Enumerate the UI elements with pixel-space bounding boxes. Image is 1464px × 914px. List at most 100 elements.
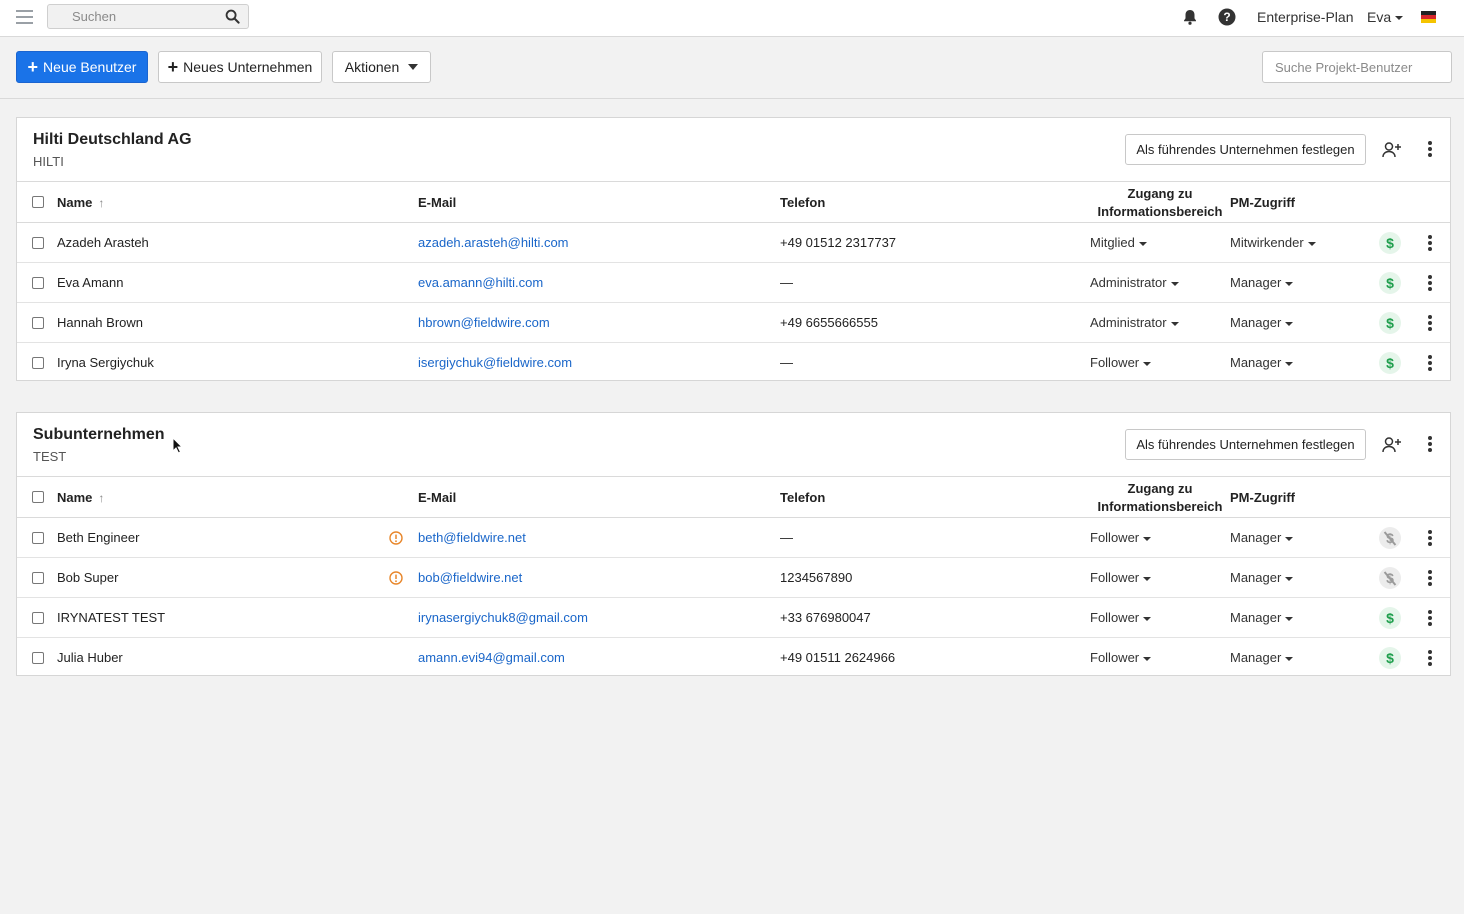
user-email-link[interactable]: bob@fieldwire.net [418,570,522,585]
project-user-search-input[interactable] [1263,52,1451,82]
chevron-down-icon [1143,576,1152,581]
menu-icon[interactable] [16,10,33,24]
access-header-line2: Informationsbereich [1097,204,1223,219]
pm-access-dropdown[interactable]: Mitwirkender [1230,235,1316,250]
company-more-icon[interactable] [1427,141,1433,159]
pm-access-dropdown[interactable]: Manager [1230,355,1294,370]
pm-access-dropdown[interactable]: Manager [1230,315,1294,330]
user-menu[interactable]: Eva [1367,9,1404,25]
access-dropdown[interactable]: Follower [1090,610,1152,625]
row-more-icon[interactable] [1427,275,1433,293]
user-phone: +49 01512 2317737 [780,235,897,250]
pm-access-dropdown[interactable]: Manager [1230,530,1294,545]
pm-access-dropdown[interactable]: Manager [1230,275,1294,290]
unpaid-license-icon[interactable]: $ [1379,567,1401,589]
user-phone: +49 01511 2624966 [780,650,896,665]
user-email-link[interactable]: eva.amann@hilti.com [418,275,543,290]
row-more-icon[interactable] [1427,235,1433,253]
new-user-button[interactable]: + Neue Benutzer [16,51,148,83]
paid-license-icon[interactable]: $ [1379,607,1401,629]
select-all-checkbox[interactable] [32,196,44,208]
table-header: Name ↑ E-Mail Telefon Zugang zu Informatio… [17,182,1450,223]
row-more-icon[interactable] [1427,570,1433,588]
row-more-icon[interactable] [1427,530,1433,548]
german-flag-icon[interactable] [1421,11,1436,23]
warning-icon[interactable] [389,531,403,545]
table-row: Iryna Sergiychuk isergiychuk@fieldwire.co… [17,343,1450,383]
bell-icon[interactable] [1181,8,1199,26]
name-column-header[interactable]: Name ↑ [57,195,104,210]
chevron-down-icon [1307,241,1316,246]
add-user-icon[interactable] [1382,436,1402,454]
pm-access-dropdown[interactable]: Manager [1230,610,1294,625]
project-user-search[interactable] [1262,51,1452,83]
row-more-icon[interactable] [1427,355,1433,373]
row-checkbox[interactable] [32,652,44,664]
access-value: Follower [1090,570,1140,585]
row-more-icon[interactable] [1427,650,1433,668]
row-checkbox[interactable] [32,612,44,624]
table-row: Azadeh Arasteh azadeh.arasteh@hilti.com +4… [17,223,1450,263]
access-dropdown[interactable]: Follower [1090,355,1152,370]
access-dropdown[interactable]: Follower [1090,570,1152,585]
plus-icon: + [27,57,39,77]
access-dropdown[interactable]: Follower [1090,650,1152,665]
row-more-icon[interactable] [1427,315,1433,333]
access-value: Follower [1090,650,1140,665]
warning-icon[interactable] [389,571,403,585]
help-icon[interactable]: ? [1218,8,1236,26]
access-dropdown[interactable]: Mitglied [1090,235,1147,250]
access-dropdown[interactable]: Administrator [1090,275,1179,290]
access-dropdown[interactable]: Follower [1090,530,1152,545]
row-checkbox[interactable] [32,277,44,289]
search-icon[interactable] [225,9,240,24]
row-checkbox[interactable] [32,532,44,544]
svg-text:?: ? [1223,10,1230,24]
chevron-down-icon [1285,361,1294,366]
pm-access-value: Manager [1230,275,1282,290]
row-more-icon[interactable] [1427,610,1433,628]
access-value: Follower [1090,610,1140,625]
user-email-link[interactable]: hbrown@fieldwire.com [418,315,550,330]
add-user-icon[interactable] [1382,141,1402,159]
pm-access-column-header: PM-Zugriff [1230,195,1295,210]
access-header-line1: Zugang zu [1127,481,1193,496]
name-column-header[interactable]: Name ↑ [57,490,104,505]
select-all-checkbox[interactable] [32,491,44,503]
search-input[interactable] [48,5,218,28]
paid-license-icon[interactable]: $ [1379,232,1401,254]
row-checkbox[interactable] [32,572,44,584]
paid-license-icon[interactable]: $ [1379,352,1401,374]
chevron-down-icon [1143,361,1152,366]
set-lead-company-button[interactable]: Als führendes Unternehmen festlegen [1125,134,1366,165]
set-lead-company-button[interactable]: Als führendes Unternehmen festlegen [1125,429,1366,460]
pm-access-dropdown[interactable]: Manager [1230,570,1294,585]
company-name: Subunternehmen [33,426,165,443]
plan-label[interactable]: Enterprise-Plan [1257,9,1354,25]
user-email-link[interactable]: amann.evi94@gmail.com [418,650,565,665]
user-email-link[interactable]: azadeh.arasteh@hilti.com [418,235,569,250]
access-header-line1: Zugang zu [1127,186,1193,201]
user-name: Eva [1367,9,1392,25]
unpaid-license-icon[interactable]: $ [1379,527,1401,549]
user-email-link[interactable]: irynasergiychuk8@gmail.com [418,610,588,625]
paid-license-icon[interactable]: $ [1379,312,1401,334]
user-name: Eva Amann [57,275,124,290]
access-dropdown[interactable]: Administrator [1090,315,1179,330]
company-more-icon[interactable] [1427,436,1433,454]
paid-license-icon[interactable]: $ [1379,647,1401,669]
sort-ascending-icon: ↑ [98,196,105,210]
new-company-button[interactable]: + Neues Unternehmen [158,51,322,83]
pm-access-dropdown[interactable]: Manager [1230,650,1294,665]
actions-dropdown[interactable]: Aktionen [332,51,431,83]
row-checkbox[interactable] [32,237,44,249]
user-email-link[interactable]: isergiychuk@fieldwire.com [418,355,572,370]
row-checkbox[interactable] [32,317,44,329]
table-row: Hannah Brown hbrown@fieldwire.com +49 6655… [17,303,1450,343]
paid-license-icon[interactable]: $ [1379,272,1401,294]
row-checkbox[interactable] [32,357,44,369]
global-search[interactable] [47,4,249,29]
user-email-link[interactable]: beth@fieldwire.net [418,530,526,545]
new-company-label: Neues Unternehmen [183,59,313,75]
access-value: Mitglied [1090,235,1135,250]
